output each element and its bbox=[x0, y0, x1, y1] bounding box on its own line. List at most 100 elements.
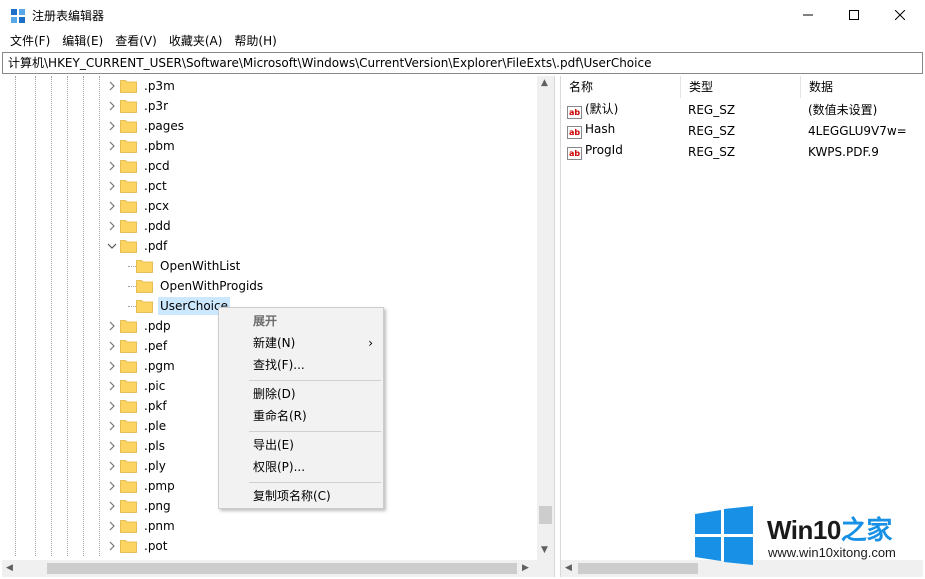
tree-item[interactable]: .pnm bbox=[104, 516, 177, 536]
value-name-cell: ab Hash bbox=[561, 122, 681, 139]
tree-item[interactable]: .png bbox=[104, 496, 173, 516]
menu-help[interactable]: 帮助(H) bbox=[228, 30, 282, 52]
menu-view[interactable]: 查看(V) bbox=[109, 30, 163, 52]
tree-item[interactable]: .pdf bbox=[104, 236, 169, 256]
chevron-right-icon[interactable] bbox=[104, 536, 120, 556]
close-button[interactable] bbox=[877, 0, 923, 30]
tree-horizontal-scroll-thumb[interactable] bbox=[47, 563, 517, 574]
chevron-right-icon[interactable] bbox=[104, 96, 120, 116]
tree-item[interactable]: .pcd bbox=[104, 156, 172, 176]
tree-item-label: .pcx bbox=[144, 199, 170, 213]
column-header-data[interactable]: 数据 bbox=[801, 76, 923, 98]
values-list[interactable]: 名称 类型 数据 ab (默认) REG_SZ (数值未设置) ab Hash REG_SZ… bbox=[560, 76, 923, 577]
tree-vertical-scroll-thumb[interactable] bbox=[539, 506, 552, 524]
chevron-right-icon[interactable] bbox=[104, 456, 120, 476]
tree-item-label: .pdf bbox=[144, 239, 168, 253]
folder-icon bbox=[120, 180, 137, 193]
tree-item-label: .p3m bbox=[144, 79, 175, 93]
scroll-left-icon[interactable]: ◀ bbox=[6, 563, 13, 573]
value-name: (默认) bbox=[585, 102, 619, 116]
column-header-name[interactable]: 名称 bbox=[561, 76, 681, 98]
tree-connector bbox=[128, 266, 136, 267]
menu-item-expand[interactable]: 展开 bbox=[219, 310, 383, 332]
chevron-right-icon[interactable] bbox=[104, 156, 120, 176]
tree-item[interactable]: .pdp bbox=[104, 316, 173, 336]
chevron-right-icon[interactable] bbox=[104, 416, 120, 436]
chevron-right-icon[interactable] bbox=[104, 376, 120, 396]
tree-item[interactable]: .pot bbox=[104, 536, 169, 556]
tree-guide-line bbox=[99, 76, 100, 556]
tree-item[interactable]: .pef bbox=[104, 336, 169, 356]
tree-item[interactable]: .pct bbox=[104, 176, 169, 196]
menu-item-rename[interactable]: 重命名(R) bbox=[219, 405, 383, 427]
tree-item[interactable]: .pic bbox=[104, 376, 167, 396]
menu-item-delete[interactable]: 删除(D) bbox=[219, 383, 383, 405]
chevron-right-icon[interactable] bbox=[104, 316, 120, 336]
chevron-right-icon[interactable] bbox=[104, 516, 120, 536]
chevron-right-icon[interactable] bbox=[104, 336, 120, 356]
tree-item[interactable]: OpenWithProgids bbox=[128, 276, 265, 296]
tree-item[interactable]: .pcx bbox=[104, 196, 171, 216]
chevron-right-icon[interactable] bbox=[104, 136, 120, 156]
chevron-right-icon[interactable] bbox=[104, 76, 120, 96]
address-bar[interactable]: 计算机\HKEY_CURRENT_USER\Software\Microsoft… bbox=[2, 52, 923, 74]
chevron-right-icon[interactable] bbox=[104, 356, 120, 376]
chevron-right-icon[interactable] bbox=[104, 216, 120, 236]
menu-edit[interactable]: 编辑(E) bbox=[56, 30, 109, 52]
folder-icon bbox=[120, 220, 137, 233]
tree-item[interactable]: .pmp bbox=[104, 476, 177, 496]
scroll-up-icon[interactable]: ▲ bbox=[541, 78, 548, 88]
maximize-button[interactable] bbox=[831, 0, 877, 30]
tree-item[interactable]: .pgm bbox=[104, 356, 177, 376]
tree-connector bbox=[128, 286, 136, 287]
tree-item[interactable]: .pdd bbox=[104, 216, 173, 236]
tree-item[interactable]: .p3r bbox=[104, 96, 170, 116]
menu-item-export[interactable]: 导出(E) bbox=[219, 434, 383, 456]
folder-icon bbox=[120, 460, 137, 473]
scroll-left-icon[interactable]: ◀ bbox=[565, 563, 572, 573]
folder-icon bbox=[120, 480, 137, 493]
tree-item[interactable]: .ple bbox=[104, 416, 168, 436]
tree-item[interactable]: .pls bbox=[104, 436, 167, 456]
folder-icon bbox=[120, 400, 137, 413]
tree-item[interactable]: UserChoice bbox=[128, 296, 230, 316]
regedit-app-icon bbox=[11, 9, 25, 23]
scroll-right-icon[interactable]: ▶ bbox=[522, 563, 529, 573]
menu-item-copy-key-name[interactable]: 复制项名称(C) bbox=[219, 485, 383, 507]
list-row[interactable]: ab ProgId REG_SZ KWPS.PDF.9 bbox=[561, 141, 923, 162]
value-name-cell: ab (默认) bbox=[561, 100, 681, 119]
menu-item-permissions[interactable]: 权限(P)... bbox=[219, 456, 383, 478]
menu-file[interactable]: 文件(F) bbox=[4, 30, 56, 52]
list-row[interactable]: ab (默认) REG_SZ (数值未设置) bbox=[561, 99, 923, 120]
tree-item[interactable]: .p3m bbox=[104, 76, 177, 96]
menu-item-find[interactable]: 查找(F)... bbox=[219, 354, 383, 376]
tree-item[interactable]: .pages bbox=[104, 116, 186, 136]
column-header-type[interactable]: 类型 bbox=[681, 76, 801, 98]
chevron-right-icon[interactable] bbox=[104, 196, 120, 216]
chevron-right-icon[interactable] bbox=[104, 176, 120, 196]
tree-item[interactable]: .pkf bbox=[104, 396, 169, 416]
chevron-right-icon[interactable] bbox=[104, 436, 120, 456]
list-row[interactable]: ab Hash REG_SZ 4LEGGLU9V7w= bbox=[561, 120, 923, 141]
chevron-right-icon[interactable] bbox=[104, 496, 120, 516]
minimize-button[interactable] bbox=[785, 0, 831, 30]
folder-icon bbox=[136, 280, 153, 293]
tree-item[interactable]: .pbm bbox=[104, 136, 177, 156]
tree-vertical-scrollbar[interactable]: ▲ ▼ bbox=[537, 76, 554, 560]
chevron-right-icon[interactable] bbox=[104, 116, 120, 136]
menu-item-new[interactable]: 新建(N) › bbox=[219, 332, 383, 354]
value-data-cell: KWPS.PDF.9 bbox=[808, 144, 879, 159]
chevron-right-icon[interactable] bbox=[104, 476, 120, 496]
folder-icon bbox=[120, 100, 137, 113]
close-icon bbox=[895, 10, 905, 20]
tree-guide-line bbox=[35, 76, 36, 556]
scroll-down-icon[interactable]: ▼ bbox=[541, 545, 548, 555]
chevron-down-icon[interactable] bbox=[104, 236, 120, 256]
tree-item[interactable]: OpenWithList bbox=[128, 256, 242, 276]
tree-horizontal-scrollbar[interactable]: ◀ ▶ bbox=[2, 560, 554, 577]
tree-item[interactable]: .ply bbox=[104, 456, 168, 476]
tree-item-label: .png bbox=[144, 499, 171, 513]
chevron-right-icon[interactable] bbox=[104, 396, 120, 416]
menu-favorites[interactable]: 收藏夹(A) bbox=[163, 30, 229, 52]
list-horizontal-scroll-thumb[interactable] bbox=[578, 563, 698, 574]
